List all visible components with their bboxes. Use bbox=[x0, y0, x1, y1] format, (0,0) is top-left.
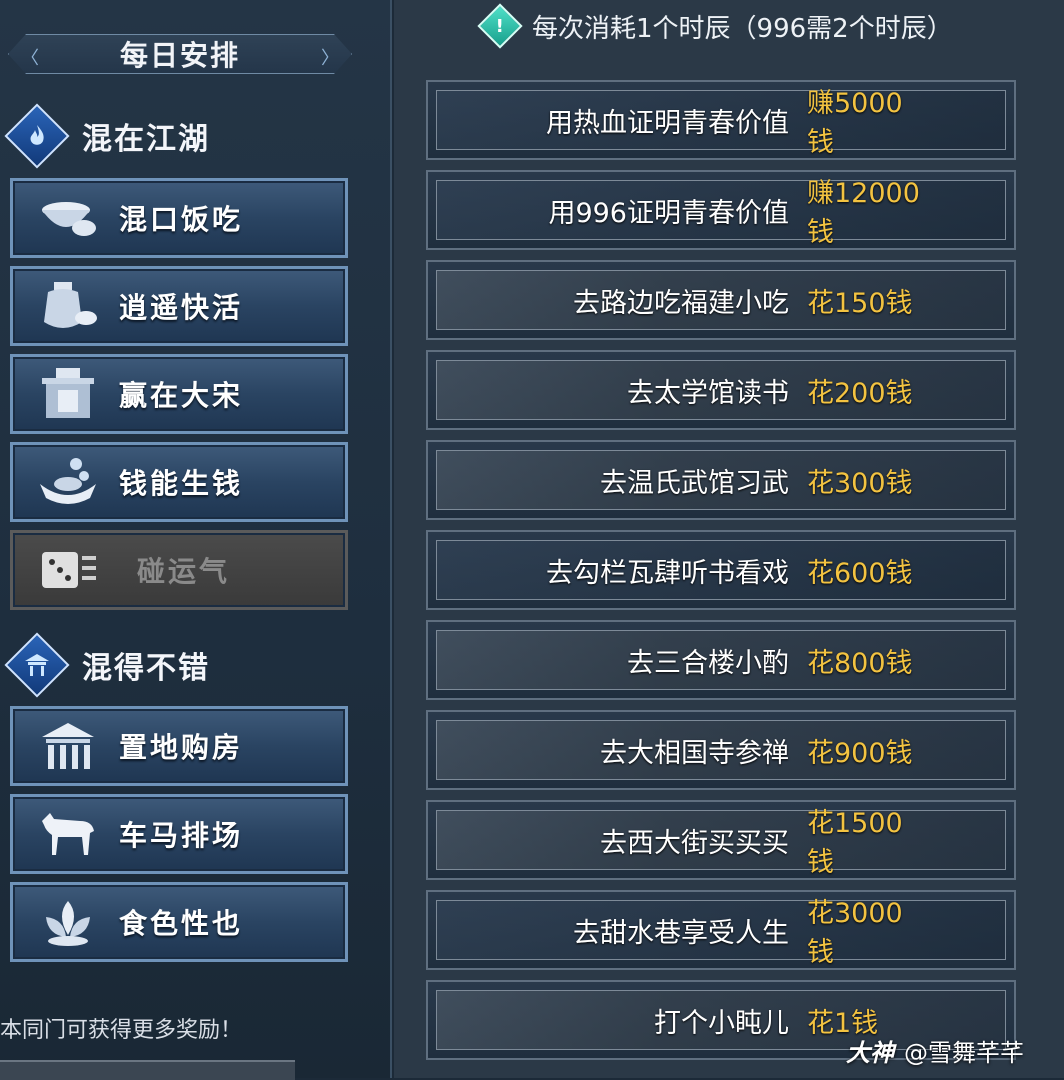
exclamation-gem-icon: ! bbox=[477, 3, 523, 49]
activity-button[interactable]: 去路边吃福建小吃 花150钱 bbox=[426, 260, 1016, 340]
activity-button[interactable]: 去三合楼小酌 花800钱 bbox=[426, 620, 1016, 700]
activity-button[interactable]: 去温氏武馆习武 花300钱 bbox=[426, 440, 1016, 520]
cost-notice: ! 每次消耗1个时辰（996需2个时辰） bbox=[477, 3, 953, 49]
activity-button[interactable]: 去勾栏瓦肆听书看戏 花600钱 bbox=[426, 530, 1016, 610]
activity-price: 花300钱 bbox=[807, 467, 913, 499]
horse-icon bbox=[33, 804, 103, 864]
activity-button[interactable]: 用热血证明青春价值 赚5000钱 bbox=[426, 80, 1016, 160]
activity-button[interactable]: 去西大街买买买 花1500钱 bbox=[426, 800, 1016, 880]
activity-price: 赚12000钱 bbox=[807, 178, 920, 248]
activity-name: 打个小盹儿 bbox=[654, 1007, 789, 1039]
activity-price: 花150钱 bbox=[807, 287, 913, 319]
activity-name: 去三合楼小酌 bbox=[627, 647, 789, 679]
reward-hint-text: 本同门可获得更多奖励！ bbox=[0, 1018, 243, 1043]
footer-bar bbox=[0, 1060, 295, 1080]
watermark-handle: @雪舞芊芊 bbox=[904, 1038, 1024, 1067]
category-button-luck[interactable]: 碰运气 bbox=[10, 530, 348, 610]
activity-name: 去勾栏瓦肆听书看戏 bbox=[546, 557, 789, 589]
watermark-logo: 大神 bbox=[846, 1038, 894, 1067]
activity-name: 去甜水巷享受人生 bbox=[573, 917, 789, 949]
activity-name: 去路边吃福建小吃 bbox=[573, 287, 789, 319]
category-label: 置地购房 bbox=[119, 731, 244, 764]
category-button-leisure[interactable]: 逍遥快活 bbox=[10, 266, 348, 346]
wine-jar-icon bbox=[33, 276, 103, 336]
category-label: 钱能生钱 bbox=[119, 467, 244, 500]
pavilion-icon bbox=[4, 632, 70, 698]
gold-ingot-icon bbox=[33, 452, 103, 512]
activity-name: 去西大街买买买 bbox=[600, 827, 789, 859]
activity-name: 去大相国寺参禅 bbox=[600, 737, 789, 769]
category-button-business[interactable]: 赢在大宋 bbox=[10, 354, 348, 434]
activity-price: 花800钱 bbox=[807, 647, 913, 679]
activity-price: 花200钱 bbox=[807, 377, 913, 409]
dice-icon bbox=[33, 540, 103, 600]
rice-bowl-icon bbox=[33, 188, 103, 248]
activity-button[interactable]: 去甜水巷享受人生 花3000钱 bbox=[426, 890, 1016, 970]
category-button-rice[interactable]: 混口饭吃 bbox=[10, 178, 348, 258]
chevron-left-icon: 〈 bbox=[21, 48, 39, 69]
category-label: 逍遥快活 bbox=[119, 291, 244, 324]
chevron-right-icon: 〉 bbox=[321, 48, 339, 69]
activity-price: 花3000钱 bbox=[807, 898, 903, 968]
activity-name: 去温氏武馆习武 bbox=[600, 467, 789, 499]
watermark: 大神 @雪舞芊芊 bbox=[846, 1032, 1024, 1068]
activity-button[interactable]: 去太学馆读书 花200钱 bbox=[426, 350, 1016, 430]
section-header-jianghu: 混在江湖 bbox=[4, 103, 352, 169]
category-sidebar: 〈 每日安排 〉 混在江湖 混口饭吃 逍遥快活 赢在大宋 钱能生钱 碰运气 混得… bbox=[0, 0, 392, 1080]
section-header-prosper: 混得不错 bbox=[4, 632, 352, 698]
category-label: 碰运气 bbox=[137, 555, 231, 588]
activity-button[interactable]: 用996证明青春价值 赚12000钱 bbox=[426, 170, 1016, 250]
category-label: 食色性也 bbox=[119, 907, 244, 940]
activity-button[interactable]: 去大相国寺参禅 花900钱 bbox=[426, 710, 1016, 790]
daily-schedule-header: 〈 每日安排 〉 bbox=[8, 34, 352, 74]
shop-icon bbox=[33, 364, 103, 424]
cost-notice-text: 每次消耗1个时辰（996需2个时辰） bbox=[532, 13, 953, 44]
category-label: 混口饭吃 bbox=[119, 203, 244, 236]
category-label: 赢在大宋 bbox=[119, 379, 244, 412]
lotus-icon bbox=[33, 892, 103, 952]
activity-price: 花600钱 bbox=[807, 557, 913, 589]
flame-icon bbox=[4, 103, 70, 169]
category-label: 车马排场 bbox=[119, 819, 244, 852]
house-icon bbox=[33, 716, 103, 776]
activity-price: 花900钱 bbox=[807, 737, 913, 769]
activity-name: 用热血证明青春价值 bbox=[546, 107, 789, 139]
activity-list-panel: ! 每次消耗1个时辰（996需2个时辰） 用热血证明青春价值 赚5000钱 用99… bbox=[394, 0, 1064, 1078]
category-button-carriage[interactable]: 车马排场 bbox=[10, 794, 348, 874]
category-button-property[interactable]: 置地购房 bbox=[10, 706, 348, 786]
category-button-invest[interactable]: 钱能生钱 bbox=[10, 442, 348, 522]
activity-price: 赚5000钱 bbox=[807, 88, 903, 158]
section-title: 混得不错 bbox=[82, 651, 210, 686]
daily-schedule-title: 每日安排 bbox=[119, 39, 240, 72]
activity-name: 用996证明青春价值 bbox=[548, 197, 789, 229]
category-button-pleasure[interactable]: 食色性也 bbox=[10, 882, 348, 962]
section-title: 混在江湖 bbox=[82, 122, 210, 157]
activity-name: 去太学馆读书 bbox=[627, 377, 789, 409]
activity-price: 花1500钱 bbox=[807, 808, 903, 878]
